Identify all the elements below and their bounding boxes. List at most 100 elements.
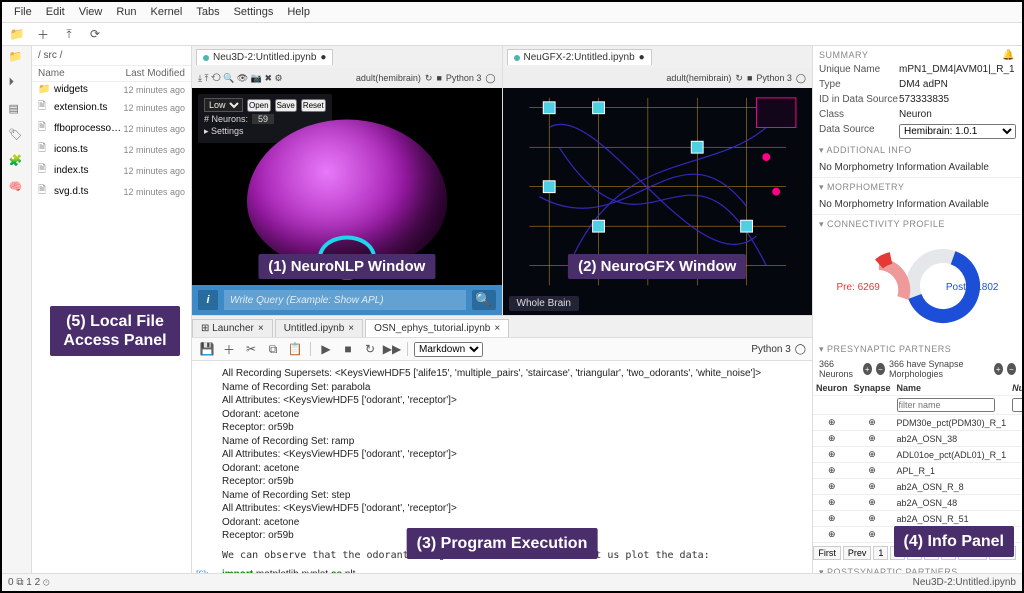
- whole-brain-tag[interactable]: Whole Brain: [509, 296, 579, 311]
- col-name[interactable]: Name: [894, 381, 1010, 396]
- add-neuron-icon[interactable]: ⊕: [813, 463, 851, 479]
- stop-icon[interactable]: ■: [747, 73, 752, 83]
- file-row[interactable]: 🗎ffboprocessor.tsx12 minutes ago: [32, 118, 191, 139]
- pager-btn[interactable]: Prev: [843, 546, 872, 560]
- viz2-canvas[interactable]: (2) NeuroGFX Window Whole Brain: [503, 88, 813, 315]
- table-row[interactable]: ⊕⊕ab2A_OSN_R_878: [813, 479, 1022, 495]
- menu-kernel[interactable]: Kernel: [145, 4, 189, 20]
- new-file-icon[interactable]: ＋: [34, 25, 52, 43]
- pager-btn[interactable]: First: [813, 546, 841, 560]
- table-row[interactable]: ⊕⊕ab2A_OSN_R_5176: [813, 511, 1022, 527]
- run-icon[interactable]: ▶: [317, 340, 335, 358]
- table-row[interactable]: ⊕⊕PDM30e_pct(PDM30)_R_1118: [813, 415, 1022, 431]
- add-synapse-icon[interactable]: ⊕: [851, 495, 894, 511]
- folder-icon[interactable]: 📁: [9, 50, 25, 66]
- notebook-tab[interactable]: ⊞ Launcher ×: [192, 319, 273, 337]
- stop-icon[interactable]: ■: [436, 73, 441, 83]
- add-synapse-icon[interactable]: ⊕: [851, 479, 894, 495]
- refresh-icon[interactable]: ↻: [425, 73, 433, 84]
- minus-icon[interactable]: −: [1007, 363, 1016, 375]
- run-all-icon[interactable]: ▶▶: [383, 340, 401, 358]
- col-number[interactable]: Number: [1009, 381, 1022, 396]
- nb-kernel[interactable]: Python 3: [751, 344, 790, 355]
- table-row[interactable]: ⊕⊕ADL01oe_pct(ADL01)_R_183: [813, 447, 1022, 463]
- table-row[interactable]: ⊕⊕ab2A_OSN_4878: [813, 495, 1022, 511]
- menu-settings[interactable]: Settings: [228, 4, 280, 20]
- notebook-tab[interactable]: OSN_ephys_tutorial.ipynb ×: [365, 319, 509, 337]
- plus-icon[interactable]: +: [863, 363, 872, 375]
- bell-icon[interactable]: 🔔: [1002, 50, 1016, 64]
- minus-icon[interactable]: −: [876, 363, 885, 375]
- add-synapse-icon[interactable]: ⊕: [851, 447, 894, 463]
- file-row[interactable]: 🗎extension.ts12 minutes ago: [32, 97, 191, 118]
- num-filter-input[interactable]: [1012, 398, 1022, 412]
- stop-icon[interactable]: ■: [339, 340, 357, 358]
- col-modified[interactable]: Last Modified: [126, 68, 185, 79]
- notebook-content[interactable]: All Recording Supersets: <KeysViewHDF5 […: [192, 361, 812, 573]
- add-neuron-icon[interactable]: ⊕: [813, 431, 851, 447]
- file-row[interactable]: 🗎index.ts12 minutes ago: [32, 160, 191, 181]
- viz1-kernel[interactable]: Python 3: [446, 73, 482, 83]
- notebook-tab[interactable]: Untitled.ipynb ×: [275, 319, 363, 337]
- close-icon[interactable]: ×: [348, 323, 354, 334]
- close-icon[interactable]: ●: [320, 52, 326, 63]
- add-neuron-icon[interactable]: ⊕: [813, 447, 851, 463]
- viz1-canvas[interactable]: Low Open Save Reset # Neurons:59 ▸ Setti…: [192, 88, 502, 315]
- menu-tabs[interactable]: Tabs: [190, 4, 225, 20]
- add-neuron-icon[interactable]: ⊕: [813, 527, 851, 543]
- file-row[interactable]: 🗎icons.ts12 minutes ago: [32, 139, 191, 160]
- search-icon[interactable]: 🔍: [472, 290, 496, 310]
- add-synapse-icon[interactable]: ⊕: [851, 431, 894, 447]
- col-neuron[interactable]: Neuron: [813, 381, 851, 396]
- close-icon[interactable]: ×: [494, 323, 500, 334]
- add-synapse-icon[interactable]: ⊕: [851, 463, 894, 479]
- viz1-tool-icons[interactable]: ⤓ ⤒ ⟲ 🔍 👁 📷 ✖ ⚙: [198, 73, 283, 84]
- table-row[interactable]: ⊕⊕ab2A_OSN_3892: [813, 431, 1022, 447]
- running-icon[interactable]: ⏵: [9, 76, 25, 92]
- breadcrumb[interactable]: / src /: [32, 46, 191, 66]
- menu-view[interactable]: View: [73, 4, 109, 20]
- add-synapse-icon[interactable]: ⊕: [851, 415, 894, 431]
- add-cell-icon[interactable]: ＋: [220, 340, 238, 358]
- add-neuron-icon[interactable]: ⊕: [813, 511, 851, 527]
- brain-icon[interactable]: 🧠: [9, 180, 25, 196]
- quality-select[interactable]: Low: [204, 98, 243, 112]
- viz2-dataset[interactable]: adult(hemibrain): [666, 73, 731, 83]
- name-filter-input[interactable]: [897, 398, 996, 412]
- add-neuron-icon[interactable]: ⊕: [813, 479, 851, 495]
- open-btn[interactable]: Open: [247, 99, 271, 112]
- restart-icon[interactable]: ↻: [361, 340, 379, 358]
- data-source-select[interactable]: Hemibrain: 1.0.1: [899, 124, 1016, 139]
- save-btn[interactable]: Save: [275, 99, 297, 112]
- close-icon[interactable]: ●: [639, 52, 645, 63]
- refresh-icon[interactable]: ↻: [735, 73, 743, 84]
- save-icon[interactable]: 💾: [198, 340, 216, 358]
- upload-icon[interactable]: ⤒: [60, 25, 78, 43]
- viz1-tab[interactable]: Neu3D-2:Untitled.ipynb●: [196, 49, 333, 65]
- close-icon[interactable]: ×: [258, 323, 264, 334]
- col-synapse[interactable]: Synapse: [851, 381, 894, 396]
- viz1-dataset[interactable]: adult(hemibrain): [356, 73, 421, 83]
- table-row[interactable]: ⊕⊕APL_R_179: [813, 463, 1022, 479]
- refresh-icon[interactable]: ⟳: [86, 25, 104, 43]
- add-synapse-icon[interactable]: ⊕: [851, 511, 894, 527]
- nlp-search-input[interactable]: [224, 290, 466, 310]
- col-name[interactable]: Name: [38, 68, 126, 79]
- cut-icon[interactable]: ✂: [242, 340, 260, 358]
- menu-run[interactable]: Run: [110, 4, 142, 20]
- copy-icon[interactable]: ⧉: [264, 340, 282, 358]
- paste-icon[interactable]: 📋: [286, 340, 304, 358]
- code-cell[interactable]: [6]: import matplotlib.pyplot as plt fro…: [222, 568, 802, 573]
- add-synapse-icon[interactable]: ⊕: [851, 527, 894, 543]
- extensions-icon[interactable]: 🧩: [9, 154, 25, 170]
- tags-icon[interactable]: 🏷: [9, 128, 25, 144]
- info-icon[interactable]: i: [198, 290, 218, 310]
- file-row[interactable]: 📁widgets12 minutes ago: [32, 82, 191, 97]
- viz2-kernel[interactable]: Python 3: [756, 73, 792, 83]
- celltype-select[interactable]: Markdown: [414, 342, 483, 357]
- file-row[interactable]: 🗎svg.d.ts12 minutes ago: [32, 181, 191, 202]
- menu-edit[interactable]: Edit: [40, 4, 71, 20]
- viz2-tab[interactable]: NeuGFX-2:Untitled.ipynb●: [507, 49, 652, 65]
- menu-help[interactable]: Help: [281, 4, 316, 20]
- new-folder-icon[interactable]: 📁: [8, 25, 26, 43]
